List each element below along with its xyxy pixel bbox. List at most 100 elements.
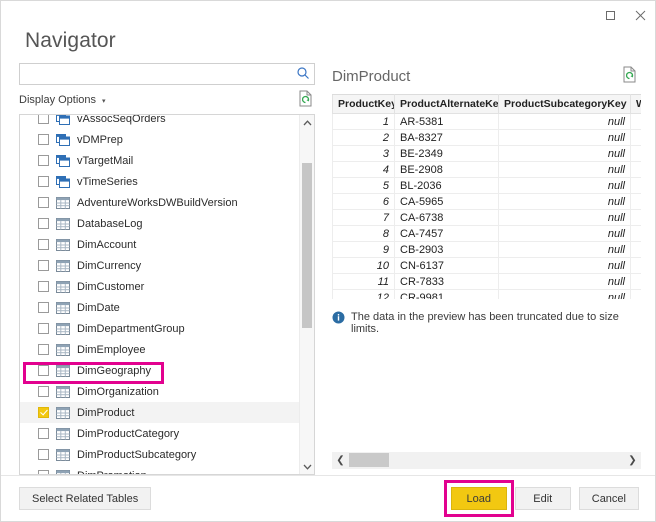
table-icon xyxy=(56,280,70,293)
table-row[interactable]: 2 BA-8327 null xyxy=(332,129,641,146)
table-row[interactable]: 6 CA-5965 null xyxy=(332,193,641,210)
table-row[interactable]: 3 BE-2349 null xyxy=(332,145,641,162)
checkbox[interactable] xyxy=(38,176,49,187)
tree-item[interactable]: DimDepartmentGroup xyxy=(20,318,299,339)
checkbox[interactable] xyxy=(38,365,49,376)
table-icon xyxy=(56,322,70,335)
tree-item[interactable]: DimDate xyxy=(20,297,299,318)
table-cell xyxy=(630,209,641,226)
tree-item[interactable]: DimProduct xyxy=(20,402,299,423)
checkbox[interactable] xyxy=(38,155,49,166)
scrollbar-thumb[interactable] xyxy=(349,453,389,467)
scroll-right-arrow-icon[interactable]: ❯ xyxy=(624,452,641,469)
view-icon xyxy=(56,115,70,125)
maximize-icon[interactable] xyxy=(595,1,625,30)
tree-item[interactable]: DimCustomer xyxy=(20,276,299,297)
hscroll-track[interactable] xyxy=(349,452,624,469)
table-row[interactable]: 7 CA-6738 null xyxy=(332,209,641,226)
table-cell xyxy=(630,161,641,178)
tree-item-label: vAssocSeqOrders xyxy=(77,115,166,125)
checkbox[interactable] xyxy=(38,115,49,124)
cancel-button[interactable]: Cancel xyxy=(578,487,639,510)
table-row[interactable]: 11 CR-7833 null xyxy=(332,273,641,290)
tree-item[interactable]: DimProductSubcategory xyxy=(20,444,299,465)
page-title: Navigator xyxy=(25,29,116,52)
table-cell xyxy=(630,273,641,290)
table-cell: 9 xyxy=(332,241,395,258)
tree-item[interactable]: DimPromotion xyxy=(20,465,299,474)
table-cell xyxy=(630,177,641,194)
checkbox[interactable] xyxy=(38,449,49,460)
load-button-wrap: Load xyxy=(443,480,514,517)
checkbox[interactable] xyxy=(38,281,49,292)
refresh-document-icon[interactable] xyxy=(298,90,313,107)
tree-item[interactable]: DimOrganization xyxy=(20,381,299,402)
tree-item[interactable]: DatabaseLog xyxy=(20,213,299,234)
tree-item[interactable]: DimGeography xyxy=(20,360,299,381)
tree-item-label: DimProductCategory xyxy=(77,427,180,440)
checkbox[interactable] xyxy=(38,197,49,208)
checkbox[interactable] xyxy=(38,134,49,145)
table-row[interactable]: 8 CA-7457 null xyxy=(332,225,641,242)
source-pane: Display Options ▾ vAssocSeqOrders vDMPrep… xyxy=(19,63,315,475)
table-cell xyxy=(630,257,641,274)
load-button[interactable]: Load xyxy=(450,487,507,510)
table-row[interactable]: 4 BE-2908 null xyxy=(332,161,641,178)
checkbox[interactable] xyxy=(38,260,49,271)
select-related-tables-button[interactable]: Select Related Tables xyxy=(19,487,152,510)
scroll-left-arrow-icon[interactable]: ❮ xyxy=(332,452,349,469)
tree-item[interactable]: AdventureWorksDWBuildVersion xyxy=(20,192,299,213)
checkbox[interactable] xyxy=(38,386,49,397)
edit-button[interactable]: Edit xyxy=(514,487,571,510)
table-cell: null xyxy=(498,113,631,130)
table-cell: CR-9981 xyxy=(394,289,499,299)
search-row xyxy=(19,63,315,85)
table-row[interactable]: 12 CR-9981 null xyxy=(332,289,641,299)
preview-horizontal-scrollbar[interactable]: ❮ ❯ xyxy=(332,452,641,469)
column-header[interactable]: ProductSubcategoryKey xyxy=(498,94,631,114)
table-cell: 10 xyxy=(332,257,395,274)
tree-item[interactable]: DimCurrency xyxy=(20,255,299,276)
checkbox[interactable] xyxy=(38,344,49,355)
table-cell: BL-2036 xyxy=(394,177,499,194)
column-header[interactable]: ProductAlternateKey xyxy=(394,94,499,114)
scroll-up-arrow-icon[interactable] xyxy=(300,115,314,130)
tree-item[interactable]: vTimeSeries xyxy=(20,171,299,192)
checkbox[interactable] xyxy=(38,428,49,439)
checkbox[interactable] xyxy=(38,239,49,250)
column-header[interactable]: ProductKey xyxy=(332,94,395,114)
table-cell: null xyxy=(498,129,631,146)
display-options-label[interactable]: Display Options xyxy=(19,94,96,106)
search-icon[interactable] xyxy=(296,66,310,80)
tree-item[interactable]: DimAccount xyxy=(20,234,299,255)
table-icon xyxy=(56,469,70,474)
table-cell: 4 xyxy=(332,161,395,178)
table-row[interactable]: 9 CB-2903 null xyxy=(332,241,641,258)
checkbox[interactable] xyxy=(38,302,49,313)
checkbox-checked[interactable] xyxy=(38,407,49,418)
table-cell xyxy=(630,113,641,130)
preview-header: DimProduct xyxy=(332,63,641,89)
search-input[interactable] xyxy=(19,63,315,85)
tree-vertical-scrollbar[interactable] xyxy=(299,115,314,474)
column-header[interactable]: Weigh xyxy=(630,94,641,114)
table-cell: 7 xyxy=(332,209,395,226)
checkbox[interactable] xyxy=(38,323,49,334)
refresh-document-icon[interactable] xyxy=(622,66,637,83)
close-icon[interactable] xyxy=(625,1,655,30)
checkbox[interactable] xyxy=(38,218,49,229)
tree-item[interactable]: vAssocSeqOrders xyxy=(20,115,299,129)
checkbox[interactable] xyxy=(38,470,49,474)
table-cell: CA-6738 xyxy=(394,209,499,226)
scroll-down-arrow-icon[interactable] xyxy=(300,459,314,474)
table-row[interactable]: 5 BL-2036 null xyxy=(332,177,641,194)
tree-item[interactable]: DimProductCategory xyxy=(20,423,299,444)
tree-item-label: DimAccount xyxy=(77,238,137,251)
tree-item[interactable]: DimEmployee xyxy=(20,339,299,360)
scrollbar-thumb[interactable] xyxy=(302,163,312,328)
chevron-down-icon[interactable]: ▾ xyxy=(102,98,106,105)
table-row[interactable]: 10 CN-6137 null xyxy=(332,257,641,274)
tree-item[interactable]: vTargetMail xyxy=(20,150,299,171)
table-row[interactable]: 1 AR-5381 null xyxy=(332,113,641,130)
tree-item[interactable]: vDMPrep xyxy=(20,129,299,150)
